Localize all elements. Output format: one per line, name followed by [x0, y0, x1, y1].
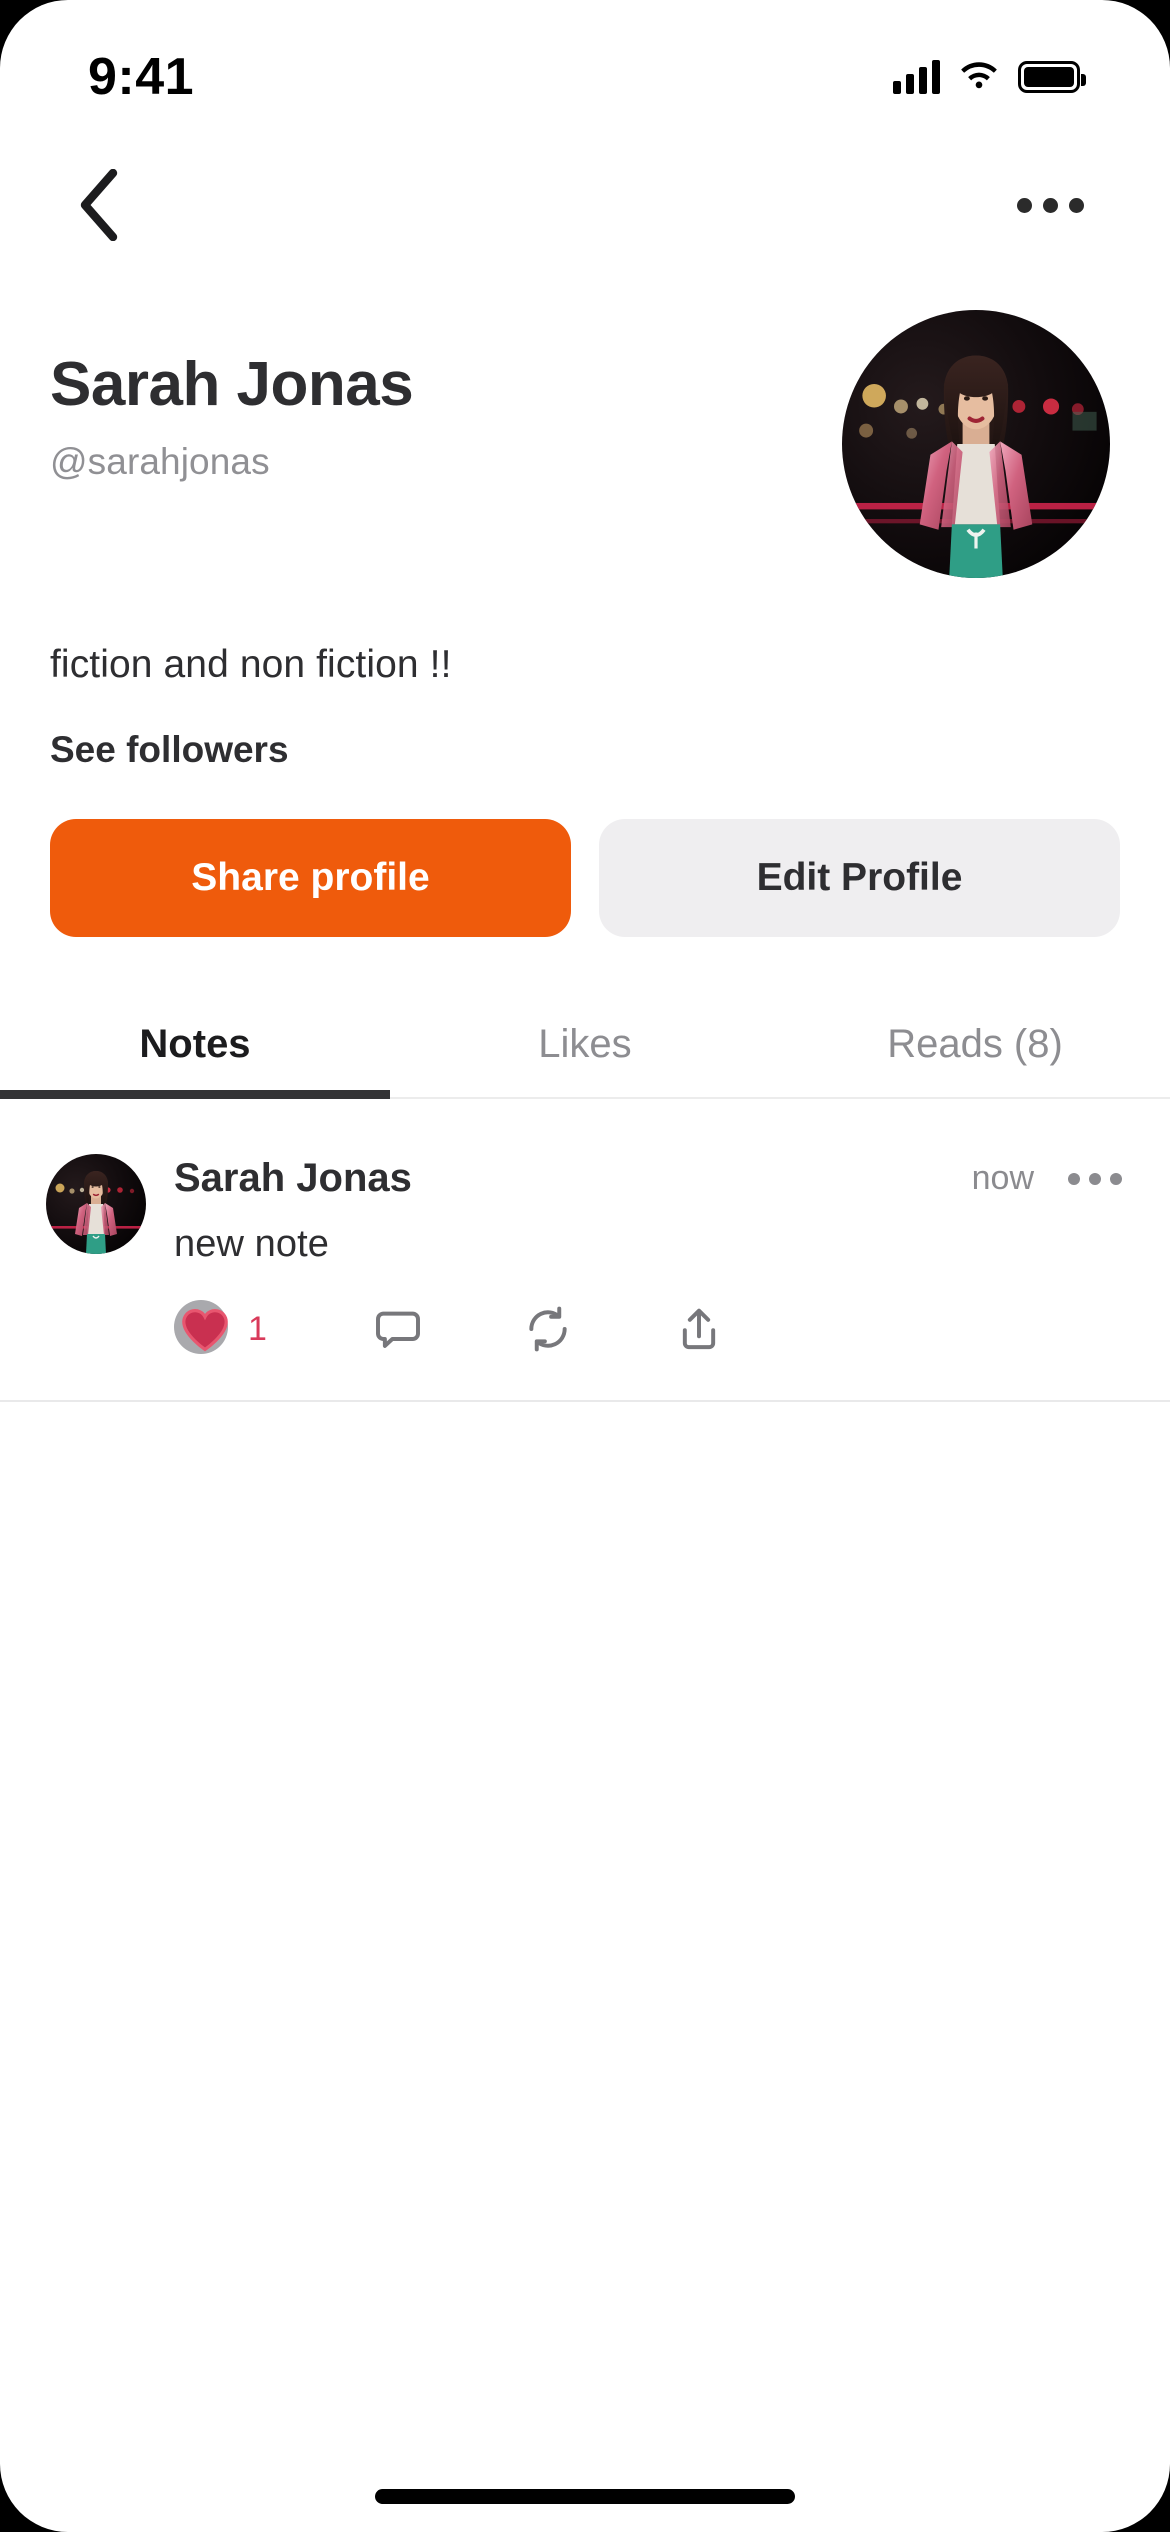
avatar-image [842, 310, 1110, 578]
profile-section: Sarah Jonas @sarahjonas fiction and non … [0, 310, 1170, 937]
note-header: Sarah Jonas now [174, 1156, 1126, 1201]
profile-name: Sarah Jonas [50, 350, 414, 419]
battery-full-icon [1018, 61, 1086, 93]
like-count: 1 [248, 1309, 267, 1348]
profile-tabs: Notes Likes Reads (8) [0, 1000, 1170, 1099]
note-author-name: Sarah Jonas [174, 1156, 412, 1200]
avatar-image [46, 1154, 146, 1254]
note-meta: now [972, 1159, 1126, 1199]
share-profile-button[interactable]: Share profile [50, 819, 571, 937]
wifi-icon [961, 62, 997, 89]
profile-bio: fiction and non fiction !! [50, 643, 452, 686]
tab-likes[interactable]: Likes [390, 1000, 780, 1097]
heart-filled-icon [182, 1309, 228, 1352]
profile-action-buttons: Share profile Edit Profile [50, 819, 1120, 937]
repost-arrows-icon [528, 1306, 567, 1352]
note-body: Sarah Jonas now new note 1 [174, 1154, 1126, 1360]
like-button[interactable]: 1 [174, 1298, 317, 1360]
repost-button[interactable] [460, 1304, 603, 1354]
note-timestamp: now [971, 1159, 1034, 1197]
tab-notes[interactable]: Notes [0, 1000, 390, 1099]
cellular-bars-icon [893, 60, 940, 94]
back-button[interactable] [62, 168, 136, 242]
comment-bubble-icon [375, 1311, 420, 1348]
note-more-button[interactable] [1064, 1159, 1126, 1199]
share-button[interactable] [603, 1304, 746, 1354]
home-indicator [375, 2489, 795, 2504]
edit-profile-button[interactable]: Edit Profile [599, 819, 1120, 937]
ellipsis-horizontal-icon [1068, 1172, 1080, 1185]
comment-button[interactable] [317, 1304, 460, 1354]
see-followers-link[interactable]: See followers [50, 729, 1120, 771]
nav-bar [0, 150, 1170, 260]
note-actions: 1 [174, 1298, 1126, 1360]
note-list-item[interactable]: Sarah Jonas now new note 1 [0, 1120, 1170, 1402]
status-bar-indicators [893, 60, 1086, 94]
note-author-avatar[interactable] [46, 1154, 146, 1254]
phone-screen: 9:41 Sarah Jonas @sarahjonas fiction and… [0, 0, 1170, 2532]
tab-reads[interactable]: Reads (8) [780, 1000, 1170, 1097]
like-icon-wrap [174, 1298, 236, 1360]
profile-handle: @sarahjonas [50, 441, 270, 483]
ellipsis-horizontal-icon [1017, 197, 1032, 213]
share-upload-icon [682, 1308, 715, 1350]
note-text: new note [174, 1223, 330, 1265]
status-bar-time: 9:41 [88, 48, 195, 106]
status-bar: 9:41 [0, 0, 1170, 140]
profile-avatar[interactable] [842, 310, 1110, 578]
profile-more-button[interactable] [1009, 178, 1092, 233]
chevron-left-icon [80, 169, 118, 241]
